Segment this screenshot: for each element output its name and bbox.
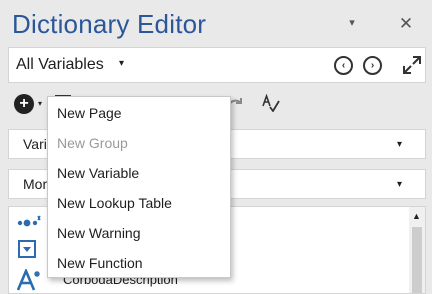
expand-icon[interactable]	[402, 55, 422, 75]
spellcheck-icon[interactable]	[262, 94, 280, 112]
menu-item-new-variable[interactable]: New Variable	[48, 158, 230, 188]
scroll-up-icon[interactable]: ▲	[412, 211, 421, 221]
add-icon[interactable]: +	[14, 94, 34, 114]
dropdown-variable-icon	[18, 240, 36, 258]
menu-item-new-lookup-table[interactable]: New Lookup Table	[48, 188, 230, 218]
dots-variable-icon	[17, 215, 41, 227]
menu-item-new-function[interactable]: New Function	[48, 248, 230, 278]
window-title: Dictionary Editor	[12, 9, 207, 39]
add-chevron-down-icon[interactable]: ▾	[38, 99, 42, 108]
text-variable-icon	[17, 269, 40, 291]
title-bar: Dictionary Editor ▾ ✕	[0, 0, 432, 48]
scope-selector-label[interactable]: All Variables	[16, 56, 104, 74]
scope-chevron-down-icon[interactable]: ▾	[119, 58, 124, 69]
menu-item-new-warning[interactable]: New Warning	[48, 218, 230, 248]
add-dropdown-menu: New Page New Group New Variable New Look…	[47, 96, 231, 278]
pin-dropdown-icon[interactable]: ▾	[345, 16, 359, 30]
navigate-back-icon[interactable]: ‹	[334, 56, 353, 75]
secondary-filter-label: Mor	[23, 176, 48, 192]
variable-type-chevron-down-icon[interactable]: ▾	[397, 139, 402, 150]
scroll-thumb[interactable]	[412, 227, 422, 293]
list-scrollbar[interactable]: ▲	[409, 207, 425, 293]
menu-item-new-group: New Group	[57, 135, 128, 151]
secondary-chevron-down-icon[interactable]: ▾	[397, 179, 402, 190]
menu-item-new-page[interactable]: New Page	[48, 98, 230, 128]
navigate-forward-icon[interactable]: ›	[363, 56, 382, 75]
close-icon[interactable]: ✕	[397, 15, 415, 33]
variable-type-filter-label: Vari	[23, 136, 47, 152]
scope-bar: All Variables ▾ ‹ ›	[8, 47, 426, 83]
